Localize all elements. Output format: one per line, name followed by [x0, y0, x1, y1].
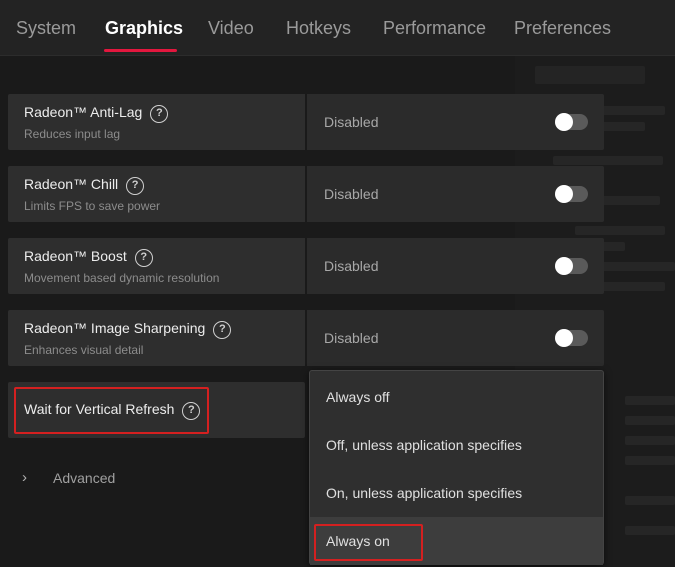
setting-row-chill: Radeon™ Chill? Limits FPS to save power … — [8, 166, 604, 222]
setting-row-boost: Radeon™ Boost? Movement based dynamic re… — [8, 238, 604, 294]
toggle-knob — [555, 113, 573, 131]
always-on-highlight-box — [314, 524, 423, 561]
anti-lag-toggle[interactable] — [555, 113, 588, 131]
setting-description: Movement based dynamic resolution — [24, 271, 220, 285]
top-nav: System Graphics Video Hotkeys Performanc… — [0, 0, 675, 56]
setting-title: Radeon™ Anti-Lag — [24, 104, 143, 120]
tab-preferences[interactable]: Preferences — [514, 18, 611, 39]
setting-control: Disabled — [307, 238, 604, 294]
setting-row-anti-lag: Radeon™ Anti-Lag? Reduces input lag Disa… — [8, 94, 604, 150]
setting-info: Radeon™ Boost? Movement based dynamic re… — [8, 238, 305, 294]
help-icon[interactable]: ? — [126, 177, 145, 195]
dropdown-option-always-off[interactable]: Always off — [310, 373, 603, 421]
setting-info: Radeon™ Image Sharpening? Enhances visua… — [8, 310, 305, 366]
chevron-right-icon[interactable]: › — [22, 469, 27, 486]
setting-description: Limits FPS to save power — [24, 199, 161, 213]
setting-value: Disabled — [324, 186, 379, 202]
chill-toggle[interactable] — [555, 185, 588, 203]
tab-performance[interactable]: Performance — [383, 18, 486, 39]
setting-info: Radeon™ Chill? Limits FPS to save power — [8, 166, 305, 222]
setting-title: Radeon™ Chill — [24, 176, 119, 192]
tab-hotkeys[interactable]: Hotkeys — [286, 18, 351, 39]
setting-description: Enhances visual detail — [24, 343, 144, 357]
active-tab-indicator — [104, 49, 177, 52]
help-icon[interactable]: ? — [134, 249, 153, 267]
setting-control: Disabled — [307, 310, 604, 366]
boost-toggle[interactable] — [555, 257, 588, 275]
image-sharpening-toggle[interactable] — [555, 329, 588, 347]
toggle-knob — [555, 257, 573, 275]
setting-value: Disabled — [324, 114, 379, 130]
setting-description: Reduces input lag — [24, 127, 121, 141]
vsync-highlight-box — [14, 387, 209, 434]
help-icon[interactable]: ? — [213, 321, 232, 339]
help-icon[interactable]: ? — [150, 105, 169, 123]
tab-system[interactable]: System — [16, 18, 76, 39]
setting-info: Radeon™ Anti-Lag? Reduces input lag — [8, 94, 305, 150]
setting-value: Disabled — [324, 330, 379, 346]
setting-value: Disabled — [324, 258, 379, 274]
dropdown-option-off-unless-app[interactable]: Off, unless application specifies — [310, 421, 603, 469]
dropdown-option-on-unless-app[interactable]: On, unless application specifies — [310, 469, 603, 517]
advanced-toggle[interactable]: Advanced — [53, 470, 115, 486]
setting-title: Radeon™ Image Sharpening — [24, 320, 206, 336]
toggle-knob — [555, 329, 573, 347]
tab-graphics[interactable]: Graphics — [105, 18, 183, 39]
setting-row-image-sharpening: Radeon™ Image Sharpening? Enhances visua… — [8, 310, 604, 366]
toggle-knob — [555, 185, 573, 203]
tab-video[interactable]: Video — [208, 18, 254, 39]
setting-control: Disabled — [307, 166, 604, 222]
setting-title: Radeon™ Boost — [24, 248, 127, 264]
setting-control: Disabled — [307, 94, 604, 150]
